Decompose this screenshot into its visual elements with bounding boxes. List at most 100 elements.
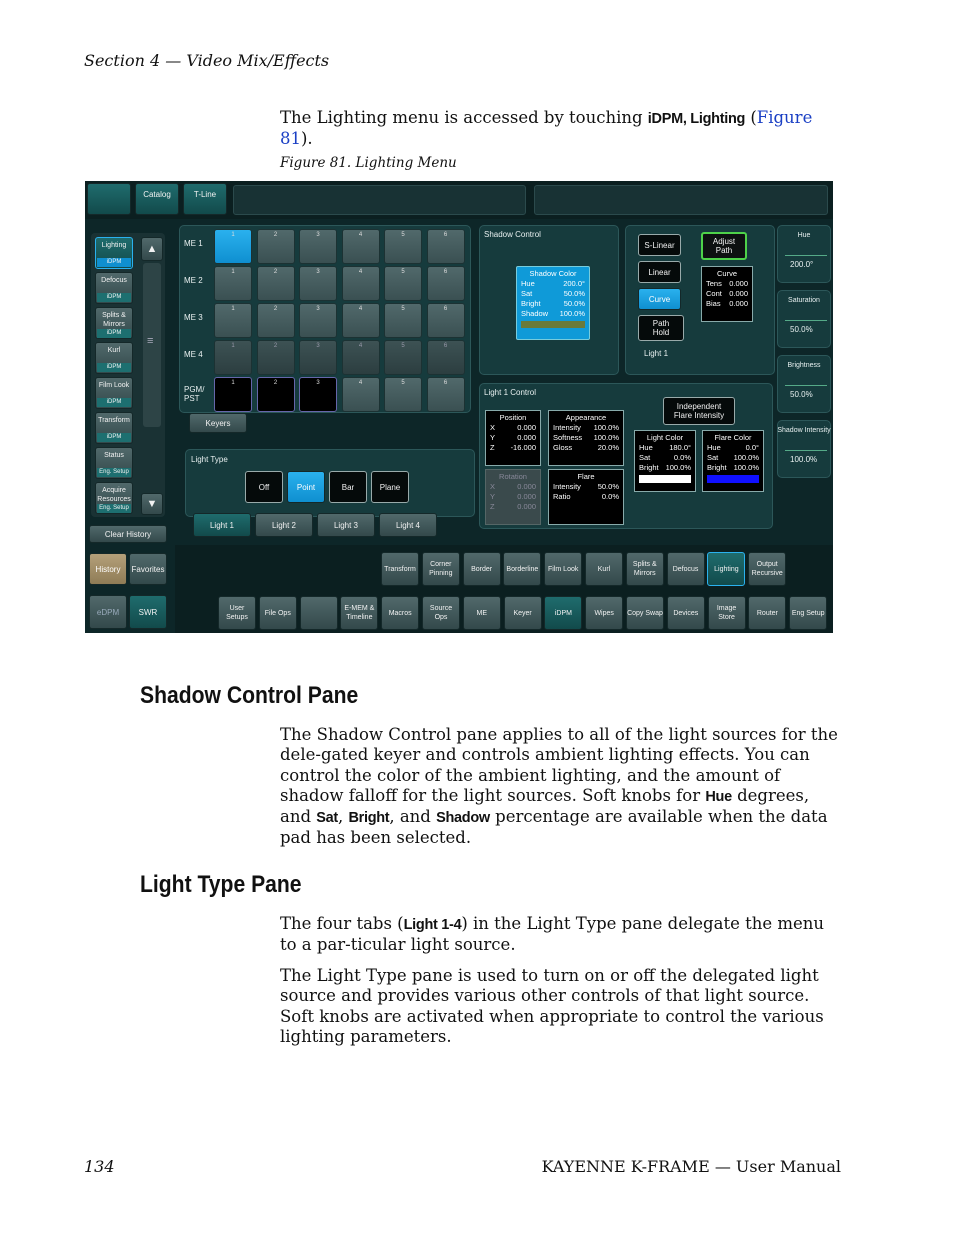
menu-button[interactable]: Corner Pinning — [421, 552, 460, 586]
top-tab-blank[interactable] — [87, 183, 131, 215]
appearance-box[interactable]: Appearance Intensity 100.0% Softness 100.0% G… — [548, 410, 624, 466]
light-tab-1[interactable]: Light 1 — [193, 513, 251, 537]
keyer-cell[interactable]: 4 — [341, 303, 380, 338]
menu-button[interactable]: Eng Setup — [789, 596, 828, 630]
menu-button[interactable]: Keyer — [503, 596, 542, 630]
edpm-button[interactable]: eDPM — [89, 595, 127, 629]
keyer-cell[interactable]: 1 — [214, 229, 252, 264]
keyer-cell[interactable]: 5 — [384, 229, 422, 264]
curve-button[interactable]: Curve — [638, 288, 681, 310]
history-button[interactable]: History — [89, 553, 127, 585]
keyer-cell[interactable]: 3 — [299, 377, 337, 412]
position-box[interactable]: Position X 0.000 Y 0.000 Z -16.000 — [485, 410, 541, 466]
history-item[interactable]: Splits & Mirrors iDPM — [95, 307, 133, 339]
shadow-color-box[interactable]: Shadow Color Hue 200.0° Sat 50.0% Bright 50.0… — [516, 266, 590, 340]
menu-button[interactable]: Router — [748, 596, 787, 630]
light-type-point[interactable]: Point — [287, 471, 325, 503]
history-item[interactable]: Acquire Resources Eng. Setup — [95, 482, 133, 514]
menu-button[interactable]: Transform — [381, 552, 419, 586]
keyer-cell[interactable]: 6 — [426, 340, 465, 375]
keyer-cell[interactable]: 1 — [214, 303, 252, 338]
top-tab-tline[interactable]: T-Line — [183, 183, 227, 215]
menu-button[interactable]: File Ops — [258, 596, 297, 630]
keyer-cell[interactable]: 1 — [214, 266, 252, 301]
keyer-cell[interactable]: 4 — [341, 266, 380, 301]
history-item-sub: iDPM — [97, 329, 131, 338]
menu-button[interactable]: Splits & Mirrors — [625, 552, 664, 586]
keyer-cell[interactable]: 2 — [256, 340, 295, 375]
keyer-cell[interactable]: 6 — [426, 377, 465, 412]
light-type-off[interactable]: Off — [245, 471, 283, 503]
favorites-button[interactable]: Favorites — [129, 553, 167, 585]
menu-button[interactable]: Image Store — [707, 596, 746, 630]
keyer-cell[interactable]: 4 — [341, 340, 380, 375]
rotation-value: 0.000 — [517, 482, 536, 491]
keyer-cell[interactable]: 1 — [214, 377, 252, 412]
light-type-bar[interactable]: Bar — [329, 471, 367, 503]
flare-color-box[interactable]: Flare Color Hue 0.0° Sat 100.0% Bright 100.0% — [702, 430, 764, 492]
scroll-down-button[interactable]: ▼ — [141, 493, 163, 515]
scroll-up-button[interactable]: ▲ — [141, 237, 163, 261]
light-type-plane[interactable]: Plane — [371, 471, 409, 503]
keyer-cell[interactable]: 2 — [256, 377, 295, 412]
keyer-cell[interactable]: 4 — [341, 377, 380, 412]
menu-button[interactable]: Kurl — [585, 552, 623, 586]
s-linear-button[interactable]: S-Linear — [638, 234, 681, 256]
history-item[interactable]: Transform iDPM — [95, 412, 133, 444]
menu-button[interactable]: Source Ops — [422, 596, 460, 630]
history-item[interactable]: Status Eng. Setup — [95, 447, 133, 479]
keyer-cell[interactable]: 2 — [256, 266, 295, 301]
menu-button[interactable]: iDPM — [544, 596, 583, 630]
me-row-label: ME 3 — [184, 313, 203, 322]
history-item[interactable]: Lighting iDPM — [95, 237, 133, 269]
keyer-cell[interactable]: 5 — [384, 340, 422, 375]
keyer-cell[interactable]: 6 — [426, 266, 465, 301]
light-tab-4[interactable]: Light 4 — [379, 513, 437, 537]
menu-button[interactable] — [299, 596, 338, 630]
keyer-cell[interactable]: 3 — [299, 229, 337, 264]
menu-button[interactable]: Macros — [381, 596, 420, 630]
keyer-cell[interactable]: 2 — [256, 229, 295, 264]
swr-button[interactable]: SWR — [129, 595, 167, 629]
light-color-value: 0.0% — [673, 453, 691, 462]
history-item[interactable]: Kurl iDPM — [95, 342, 133, 374]
keyer-cell[interactable]: 6 — [426, 229, 465, 264]
independent-flare-button[interactable]: Independent Flare Intensity — [663, 397, 735, 425]
light-tab-3[interactable]: Light 3 — [317, 513, 375, 537]
history-item[interactable]: Defocus iDPM — [95, 272, 133, 304]
menu-button[interactable]: Copy Swap — [626, 596, 664, 630]
menu-button[interactable]: Output Recursive — [748, 552, 787, 586]
top-tab-catalog[interactable]: Catalog — [135, 183, 179, 215]
path-hold-button[interactable]: Path Hold — [638, 315, 684, 341]
keyer-cell[interactable]: 5 — [384, 266, 422, 301]
flare-box[interactable]: Flare Intensity 50.0% Ratio 0.0% — [548, 469, 624, 525]
keyer-cell[interactable]: 1 — [214, 340, 252, 375]
menu-button[interactable]: ME — [462, 596, 501, 630]
keyer-cell[interactable]: 3 — [299, 266, 337, 301]
menu-button[interactable]: Border — [462, 552, 501, 586]
keyer-cell[interactable]: 4 — [341, 229, 380, 264]
menu-button[interactable]: User Setups — [218, 596, 256, 630]
history-item[interactable]: Film Look iDPM — [95, 377, 133, 409]
light-color-box[interactable]: Light Color Hue 180.0° Sat 0.0% Bright 100.0% — [634, 430, 696, 492]
menu-button[interactable]: Wipes — [585, 596, 624, 630]
adjust-path-button[interactable]: Adjust Path — [701, 232, 747, 260]
menu-button[interactable]: Lighting — [707, 552, 746, 586]
keyer-cell[interactable]: 2 — [256, 303, 295, 338]
keyer-cell[interactable]: 5 — [384, 377, 422, 412]
curve-box[interactable]: Curve Tens 0.000 Cont 0.000 Bias 0.000 — [701, 266, 753, 322]
light-color-value: 180.0° — [669, 443, 691, 452]
menu-button[interactable]: Devices — [666, 596, 705, 630]
light-tab-2[interactable]: Light 2 — [255, 513, 313, 537]
linear-button[interactable]: Linear — [638, 261, 681, 283]
keyer-cell[interactable]: 6 — [426, 303, 465, 338]
menu-button[interactable]: Borderline — [503, 552, 542, 586]
menu-button[interactable]: Film Look — [544, 552, 583, 586]
clear-history-button[interactable]: Clear History — [89, 525, 167, 543]
menu-button[interactable]: E-MEM & Timeline — [340, 596, 379, 630]
keyer-cell[interactable]: 3 — [299, 303, 337, 338]
keyer-cell[interactable]: 3 — [299, 340, 337, 375]
keyer-cell[interactable]: 5 — [384, 303, 422, 338]
keyers-tab[interactable]: Keyers — [189, 413, 247, 433]
menu-button[interactable]: Defocus — [666, 552, 705, 586]
